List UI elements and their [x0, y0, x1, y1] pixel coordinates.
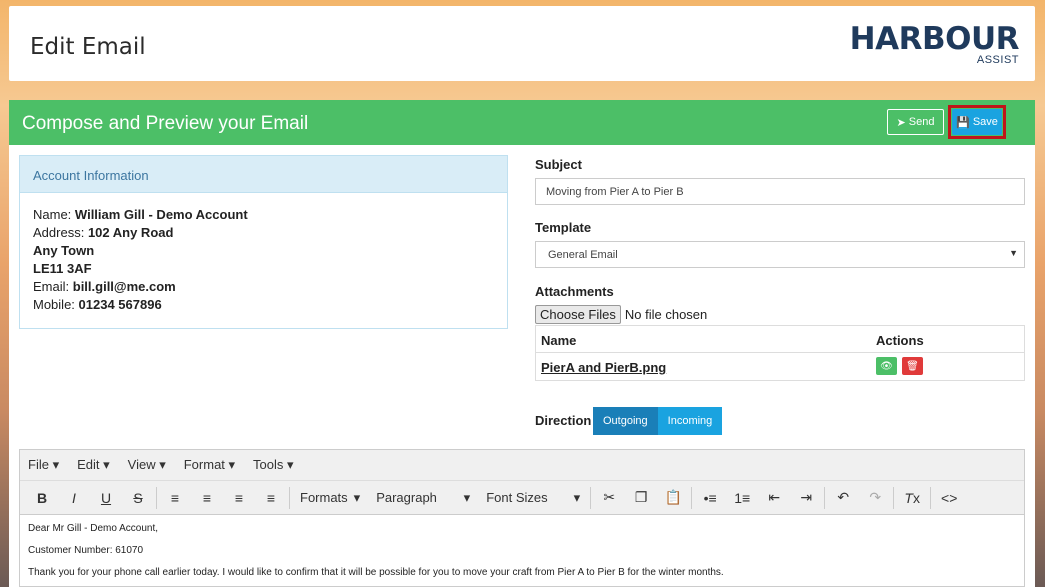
logo-sub: ASSIST — [976, 54, 1019, 66]
table-header-row: Name Actions — [536, 326, 1024, 353]
bullet-list-icon[interactable]: •≡ — [694, 490, 726, 506]
paragraph-dropdown[interactable]: Paragraph ▾ — [368, 490, 478, 506]
italic-icon[interactable]: I — [58, 490, 90, 506]
align-justify-icon[interactable]: ≡ — [255, 490, 287, 506]
editor-content[interactable]: Dear Mr Gill - Demo Account, Customer Nu… — [20, 515, 1024, 587]
trash-icon[interactable]: 🗑 — [902, 357, 923, 375]
address-label: Address: — [33, 225, 85, 240]
undo-icon[interactable]: ↶ — [827, 489, 859, 506]
address-line-1: 102 Any Road — [87, 225, 174, 240]
mobile-label: Mobile: — [33, 297, 75, 312]
table-row: PierA and PierB.png 👁 🗑 — [536, 353, 1024, 380]
divider — [289, 486, 290, 509]
outdent-icon[interactable]: ⇤ — [758, 489, 790, 506]
account-email: bill.gill@me.com — [72, 279, 176, 294]
panel-header: Compose and Preview your Email ➤ Send 💾 … — [9, 100, 1035, 145]
bold-icon[interactable]: B — [26, 490, 58, 506]
choose-files-button[interactable]: Choose Files — [535, 305, 621, 324]
email-body-line: Thank you for your phone call earlier to… — [28, 567, 724, 578]
menu-edit[interactable]: Edit ▾ — [77, 457, 110, 473]
page-header: Edit Email HARBOUR ASSIST — [9, 6, 1035, 81]
font-sizes-dropdown[interactable]: Font Sizes ▾ — [478, 490, 588, 506]
divider — [156, 486, 157, 509]
address-line-2: Any Town — [33, 243, 95, 258]
template-select[interactable]: General Email ▼ — [535, 241, 1025, 268]
direction-incoming[interactable]: Incoming — [657, 407, 723, 435]
logo-word: HARBOUR — [849, 21, 1020, 57]
direction-toggle: Outgoing Incoming — [593, 407, 723, 435]
cut-icon[interactable]: ✂ — [593, 489, 625, 506]
postcode: LE11 3AF — [33, 261, 92, 276]
col-actions-header: Actions — [876, 333, 924, 348]
save-label: Save — [972, 116, 998, 128]
source-code-icon[interactable]: <> — [933, 490, 965, 506]
align-right-icon[interactable]: ≡ — [223, 490, 255, 506]
editor-toolbar: B I U S ≡ ≡ ≡ ≡ Formats ▾ Paragraph ▾ Font… — [20, 481, 1024, 515]
file-chooser: Choose Files No file chosen — [535, 305, 707, 324]
formats-dropdown[interactable]: Formats ▾ — [292, 490, 368, 506]
direction-outgoing[interactable]: Outgoing — [593, 407, 658, 435]
clear-formatting-icon[interactable]: Tx — [896, 490, 928, 506]
no-file-text: No file chosen — [624, 307, 708, 322]
account-name: William Gill - Demo Account — [74, 207, 248, 222]
menu-file[interactable]: File ▾ — [28, 457, 59, 473]
save-highlight: 💾 Save — [948, 105, 1006, 139]
divider — [893, 486, 895, 509]
align-center-icon[interactable]: ≡ — [191, 490, 223, 506]
email-greeting: Dear Mr Gill - Demo Account, — [28, 523, 159, 534]
direction-label: Direction — [535, 413, 592, 428]
copy-icon[interactable]: ❐ — [625, 489, 657, 506]
subject-label: Subject — [535, 157, 582, 172]
name-label: Name: — [33, 207, 72, 222]
account-info-box: Account Information Name: William Gill -… — [19, 155, 508, 329]
page-title: Edit Email — [30, 34, 146, 60]
template-value: General Email — [548, 249, 618, 261]
account-mobile: 01234 567896 — [78, 297, 162, 312]
menu-tools[interactable]: Tools ▾ — [253, 457, 294, 473]
view-eye-icon[interactable]: 👁 — [876, 357, 897, 375]
divider — [691, 486, 693, 509]
dropdown-arrow-icon: ▼ — [1009, 248, 1018, 258]
subject-input[interactable]: Moving from Pier A to Pier B — [535, 178, 1025, 205]
menu-view[interactable]: View ▾ — [128, 457, 166, 473]
attachments-table: Name Actions PierA and PierB.png 👁 🗑 — [535, 325, 1025, 381]
floppy-disk-icon: 💾 — [956, 116, 970, 129]
menu-format[interactable]: Format ▾ — [184, 457, 235, 473]
redo-icon[interactable]: ↷ — [859, 489, 891, 506]
save-button[interactable]: 💾 Save — [952, 109, 1002, 135]
send-button[interactable]: ➤ Send — [887, 109, 944, 135]
paper-plane-icon: ➤ — [896, 116, 906, 129]
template-label: Template — [535, 220, 592, 235]
send-label: Send — [908, 116, 935, 128]
account-info-body: Name: William Gill - Demo Account Addres… — [20, 193, 507, 327]
strikethrough-icon[interactable]: S — [122, 490, 154, 506]
rich-text-editor: File ▾ Edit ▾ View ▾ Format ▾ Tools ▾ B … — [19, 449, 1025, 587]
indent-icon[interactable]: ⇥ — [790, 489, 822, 506]
underline-icon[interactable]: U — [90, 490, 122, 506]
account-info-heading: Account Information — [20, 156, 507, 193]
attachment-link[interactable]: PierA and PierB.png — [541, 360, 666, 375]
divider — [930, 486, 932, 509]
harbour-assist-logo: HARBOUR ASSIST — [850, 22, 1020, 68]
divider — [590, 486, 592, 509]
numbered-list-icon[interactable]: 1≡ — [726, 490, 758, 506]
attachments-label: Attachments — [535, 284, 614, 299]
divider — [824, 486, 826, 509]
email-label: Email: — [33, 279, 70, 294]
col-name-header: Name — [541, 333, 577, 348]
align-left-icon[interactable]: ≡ — [159, 490, 191, 506]
paste-icon[interactable]: 📋 — [657, 489, 689, 506]
editor-menubar: File ▾ Edit ▾ View ▾ Format ▾ Tools ▾ — [20, 450, 1024, 481]
panel-title: Compose and Preview your Email — [22, 113, 309, 134]
compose-panel: Compose and Preview your Email ➤ Send 💾 … — [9, 100, 1035, 587]
email-customer-number: Customer Number: 61070 — [28, 545, 144, 556]
